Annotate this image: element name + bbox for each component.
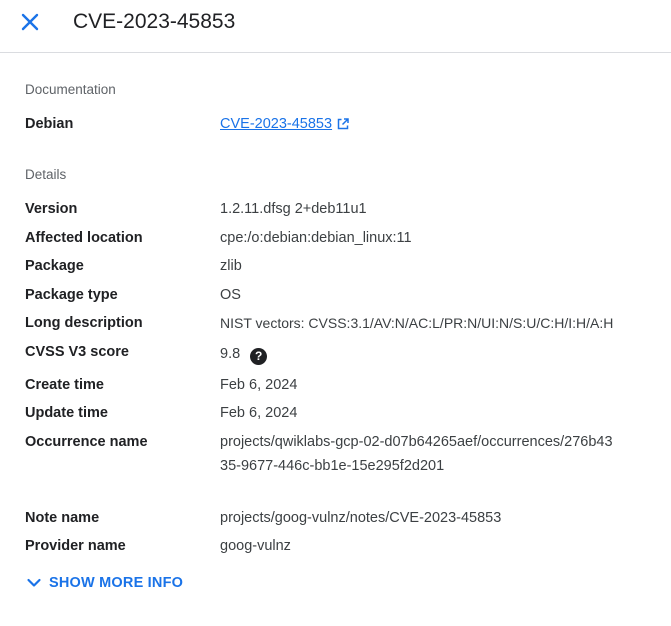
details-section-label: Details (25, 167, 67, 182)
update-time-label: Update time (25, 405, 108, 421)
note-name-value: projects/goog-vulnz/notes/CVE-2023-45853 (220, 510, 502, 526)
occurrence-name-value: projects/qwiklabs-gcp-02-d07b64265aef/oc… (220, 434, 613, 474)
page-title: CVE-2023-45853 (73, 10, 236, 33)
update-time-value: Feb 6, 2024 (220, 405, 298, 421)
show-more-info-label[interactable]: SHOW MORE INFO (49, 575, 183, 591)
note-name-label: Note name (25, 510, 100, 526)
package-value: zlib (220, 258, 242, 274)
package-type-value: OS (220, 287, 241, 303)
affected-location-value: cpe:/o:debian:debian_linux:11 (220, 230, 412, 246)
package-label: Package (25, 258, 84, 274)
provider-name-value: goog-vulnz (220, 538, 291, 554)
version-label: Version (25, 201, 78, 217)
documentation-section-label: Documentation (25, 82, 116, 97)
create-time-label: Create time (25, 377, 104, 393)
provider-name-label: Provider name (25, 538, 126, 554)
external-link-icon (337, 118, 349, 130)
create-time-value: Feb 6, 2024 (220, 377, 298, 393)
long-description-value: NIST vectors: CVSS:3.1/AV:N/AC:L/PR:N/UI… (220, 315, 614, 331)
version-value: 1.2.11.dfsg 2+deb11u1 (220, 201, 367, 217)
occurrence-name-label: Occurrence name (25, 434, 148, 450)
affected-location-label: Affected location (25, 230, 143, 246)
cvss-score-container: 9.8? (220, 342, 268, 366)
show-more-info-button[interactable]: SHOW MORE INFO (25, 574, 183, 592)
debian-label: Debian (25, 116, 74, 132)
chevron-down-icon (27, 578, 41, 587)
long-description-label: Long description (25, 315, 143, 331)
debian-cve-link-text[interactable]: CVE-2023-45853 (220, 112, 332, 136)
help-icon[interactable]: ? (250, 348, 268, 365)
cvss-score-value: 9.8 (220, 346, 241, 362)
panel-header: CVE-2023-45853 (0, 0, 671, 53)
debian-cve-link[interactable]: CVE-2023-45853 (220, 112, 350, 136)
package-type-label: Package type (25, 287, 118, 303)
cvss-score-label: CVSS V3 score (25, 344, 129, 360)
debian-link-container: CVE-2023-45853 (220, 112, 350, 136)
close-icon[interactable] (17, 9, 43, 35)
